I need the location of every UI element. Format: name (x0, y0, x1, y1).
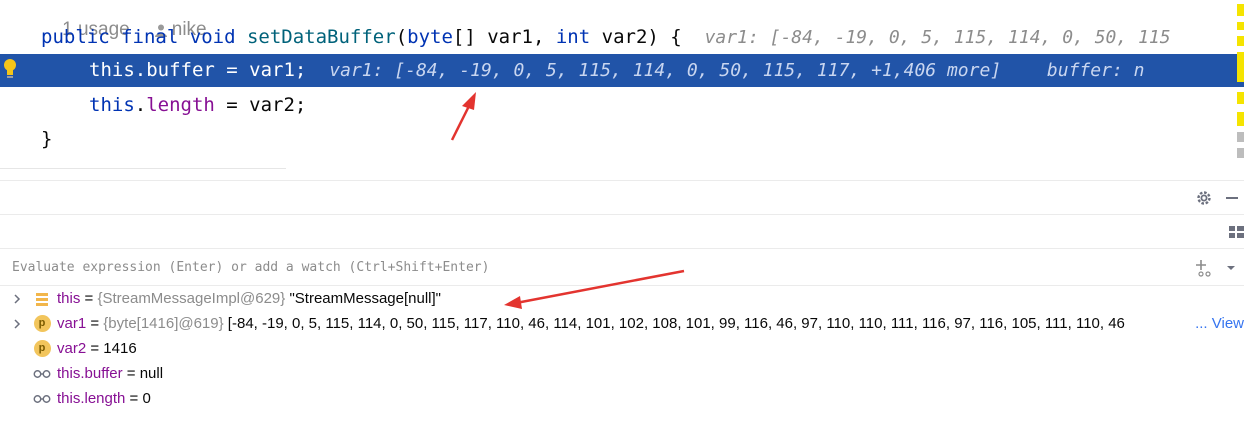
debug-panel: this = {StreamMessageImpl@629} "StreamMe… (0, 180, 1244, 432)
field-length: length (146, 94, 215, 116)
equals: = (122, 365, 140, 382)
evaluate-expression-input[interactable] (12, 249, 1182, 286)
variable-row-var1[interactable]: p var1 = {byte[1416]@619} [-84, -19, 0, … (0, 311, 1244, 336)
paren-open: ( (395, 26, 408, 48)
variable-row-var2[interactable]: p var2 = 1416 (0, 336, 1244, 361)
variable-name: var2 (57, 340, 87, 357)
variable-name: var1 (57, 315, 87, 332)
layout-icon[interactable] (1228, 223, 1244, 241)
inline-debug-value-buffer: buffer: n (1046, 60, 1145, 81)
evaluate-bar (0, 249, 1244, 286)
equals: = (80, 290, 98, 307)
watch-row-this-length[interactable]: this.length = 0 (0, 386, 1244, 411)
keyword-public: public (41, 26, 110, 48)
field-stack-icon (33, 290, 51, 307)
keyword-int: int (555, 26, 591, 48)
buffer-assign-line[interactable]: this.buffer = var1; var1: [-84, -19, 0, … (89, 54, 1144, 88)
equals: = (86, 315, 104, 332)
param-var2: var2) { (590, 26, 682, 48)
watch-expression: this.buffer (57, 365, 123, 382)
field-buffer: buffer (146, 59, 215, 81)
current-execution-line[interactable]: this.buffer = var1; var1: [-84, -19, 0, … (0, 54, 1244, 87)
equals: = (86, 340, 104, 357)
length-assign-line[interactable]: this.length = var2; (89, 88, 306, 122)
method-signature-line[interactable]: public final void setDataBuffer(byte[] v… (41, 20, 1171, 54)
keyword-this: this (89, 59, 135, 81)
method-name[interactable]: setDataBuffer (247, 26, 396, 48)
keyword-this: this (89, 94, 135, 116)
assign-var1: = var1; (214, 59, 307, 81)
variable-name: this (57, 290, 81, 307)
dot: . (134, 59, 147, 81)
keyword-byte: byte (407, 26, 453, 48)
assign-var2: = var2; (214, 94, 307, 116)
inline-debug-value-var1: var1: [-84, -19, 0, 5, 115, 114, 0, 50, … (329, 60, 1002, 81)
variables-tree: this = {StreamMessageImpl@629} "StreamMe… (0, 286, 1244, 432)
variable-type: {byte[1416]@619} (103, 315, 224, 332)
dot: . (134, 94, 147, 116)
equals: = (125, 390, 143, 407)
lightbulb-icon[interactable] (3, 58, 17, 80)
variable-value: [-84, -19, 0, 5, 115, 114, 0, 50, 115, 1… (223, 315, 1125, 332)
parameter-icon: p (33, 340, 51, 357)
keyword-final: final (121, 26, 179, 48)
watch-glasses-icon (33, 390, 51, 407)
add-watch-icon[interactable] (1195, 259, 1213, 277)
closing-brace: } (41, 128, 53, 150)
watch-value: 0 (142, 390, 151, 407)
code-editor[interactable]: 1 usage nike public final void setDataBuf… (0, 0, 1244, 180)
view-array-link[interactable]: ... View (1193, 311, 1244, 336)
minimize-icon[interactable] (1222, 188, 1242, 208)
watch-row-this-buffer[interactable]: this.buffer = null (0, 361, 1244, 386)
variable-value: "StreamMessage[null]" (285, 290, 441, 307)
usage-inlay[interactable]: 1 usage nike (41, 0, 206, 40)
variable-type: {StreamMessageImpl@629} (97, 290, 286, 307)
expand-chevron-icon[interactable] (10, 286, 24, 311)
variable-row-this[interactable]: this = {StreamMessageImpl@629} "StreamMe… (0, 286, 1244, 311)
editor-divider (0, 168, 286, 180)
history-dropdown-icon[interactable] (1222, 259, 1240, 277)
param-var1: [] var1, (452, 26, 556, 48)
debug-subtoolbar (0, 215, 1244, 249)
watch-glasses-icon (33, 365, 51, 382)
debug-header-bar (0, 181, 1244, 215)
variable-value: 1416 (103, 340, 137, 357)
expand-chevron-icon[interactable] (10, 311, 24, 336)
gear-icon[interactable] (1194, 188, 1214, 208)
watch-expression: this.length (57, 390, 126, 407)
inline-debug-value-var1: var1: [-84, -19, 0, 5, 115, 114, 0, 50, … (704, 27, 1171, 48)
editor-error-stripe[interactable] (1237, 0, 1244, 180)
keyword-void: void (189, 26, 236, 48)
parameter-icon: p (33, 315, 51, 332)
watch-value: null (139, 365, 164, 382)
